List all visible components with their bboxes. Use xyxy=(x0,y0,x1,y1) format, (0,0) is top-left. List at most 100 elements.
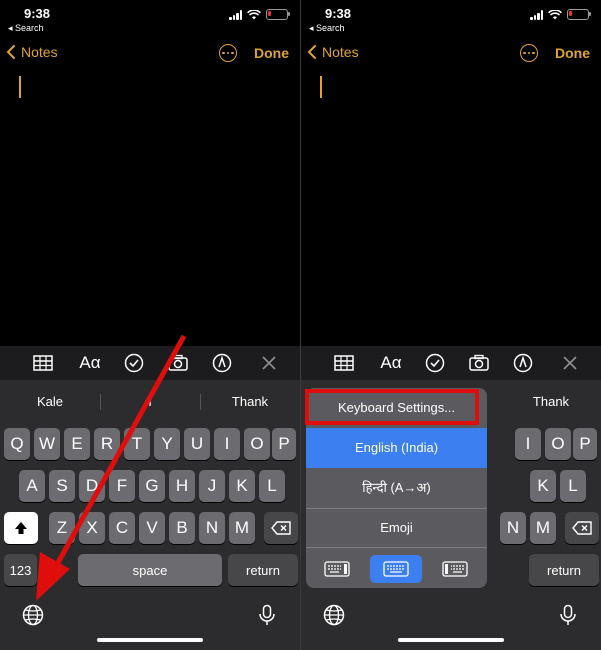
key-v[interactable]: V xyxy=(139,512,165,544)
key-p[interactable]: P xyxy=(573,428,597,460)
notes-back-button[interactable]: Notes xyxy=(307,44,359,60)
key-l[interactable]: L xyxy=(560,470,586,502)
key-e[interactable]: E xyxy=(64,428,90,460)
notes-back-label: Notes xyxy=(322,44,359,60)
language-english-india-item[interactable]: English (India) xyxy=(306,428,487,468)
table-icon[interactable] xyxy=(334,353,354,373)
done-button[interactable]: Done xyxy=(555,45,590,61)
key-o[interactable]: O xyxy=(545,428,571,460)
menu-divider xyxy=(306,547,487,548)
key-h[interactable]: H xyxy=(169,470,195,502)
home-indicator xyxy=(97,638,203,642)
numbers-key[interactable]: 123 xyxy=(4,554,37,586)
left-keyboard-icon[interactable] xyxy=(322,555,352,583)
wifi-icon xyxy=(247,9,261,19)
key-k[interactable]: K xyxy=(229,470,255,502)
prediction-item[interactable]: Kale xyxy=(0,388,100,416)
shift-arrow-icon xyxy=(15,522,27,534)
keyboard: Aα Kale I Thank Q W E R T Y U I O P A S … xyxy=(0,346,300,650)
key-s[interactable]: S xyxy=(49,470,75,502)
globe-icon[interactable] xyxy=(22,604,44,626)
battery-icon xyxy=(567,9,591,20)
annotation-highlight-box xyxy=(305,389,479,425)
delete-key[interactable] xyxy=(264,512,298,544)
microphone-icon[interactable] xyxy=(256,604,278,626)
key-q[interactable]: Q xyxy=(4,428,30,460)
chevron-left-icon xyxy=(307,45,316,59)
return-key[interactable]: return xyxy=(228,554,298,586)
prediction-item[interactable]: I xyxy=(100,388,200,416)
notes-back-label: Notes xyxy=(21,44,58,60)
cellular-signal-icon xyxy=(229,9,242,20)
formatting-toolbar: Aα xyxy=(301,346,601,380)
checklist-icon[interactable] xyxy=(124,353,144,373)
shift-key[interactable] xyxy=(4,512,38,544)
language-hindi-item[interactable]: हिन्दी (A→अ) xyxy=(306,468,487,508)
delete-key[interactable] xyxy=(565,512,599,544)
key-n[interactable]: N xyxy=(199,512,225,544)
key-l[interactable]: L xyxy=(259,470,285,502)
close-icon[interactable] xyxy=(560,353,580,373)
more-options-icon[interactable] xyxy=(520,44,538,62)
markup-pen-icon[interactable] xyxy=(513,353,533,373)
status-time: 9:38 xyxy=(325,6,352,21)
key-j[interactable]: J xyxy=(199,470,225,502)
checklist-icon[interactable] xyxy=(425,353,445,373)
chevron-left-icon xyxy=(6,45,15,59)
format-text-button[interactable]: Aα xyxy=(78,353,102,373)
key-o[interactable]: O xyxy=(244,428,270,460)
full-keyboard-icon[interactable] xyxy=(370,555,422,583)
key-m[interactable]: M xyxy=(530,512,556,544)
format-text-button[interactable]: Aα xyxy=(379,353,403,373)
key-i[interactable]: I xyxy=(214,428,240,460)
camera-icon[interactable] xyxy=(469,353,489,373)
predictive-bar: Kale I Thank xyxy=(0,388,300,416)
globe-icon[interactable] xyxy=(323,604,345,626)
close-icon[interactable] xyxy=(259,353,279,373)
phone-screen-left: 9:38 ◂ Search Notes Done Aα Kale I Thank… xyxy=(0,0,300,650)
key-u[interactable]: U xyxy=(184,428,210,460)
done-button[interactable]: Done xyxy=(254,45,289,61)
backspace-icon xyxy=(271,521,291,535)
status-icons xyxy=(530,9,591,20)
microphone-icon[interactable] xyxy=(557,604,579,626)
key-w[interactable]: W xyxy=(34,428,60,460)
text-cursor xyxy=(19,76,21,98)
camera-icon[interactable] xyxy=(168,353,188,373)
key-x[interactable]: X xyxy=(79,512,105,544)
more-options-icon[interactable] xyxy=(219,44,237,62)
status-icons xyxy=(229,9,290,20)
space-key[interactable]: space xyxy=(78,554,222,586)
battery-icon xyxy=(266,9,290,20)
text-cursor xyxy=(320,76,322,98)
key-n[interactable]: N xyxy=(500,512,526,544)
cellular-signal-icon xyxy=(530,9,543,20)
home-indicator xyxy=(398,638,504,642)
key-r[interactable]: R xyxy=(94,428,120,460)
prediction-item[interactable]: Thank xyxy=(200,388,300,416)
key-i[interactable]: I xyxy=(515,428,541,460)
key-k[interactable]: K xyxy=(530,470,556,502)
status-time: 9:38 xyxy=(24,6,51,21)
key-t[interactable]: T xyxy=(124,428,150,460)
key-d[interactable]: D xyxy=(79,470,105,502)
formatting-toolbar: Aα xyxy=(0,346,300,380)
key-y[interactable]: Y xyxy=(154,428,180,460)
key-a[interactable]: A xyxy=(19,470,45,502)
key-z[interactable]: Z xyxy=(49,512,75,544)
key-c[interactable]: C xyxy=(109,512,135,544)
table-icon[interactable] xyxy=(33,353,53,373)
key-m[interactable]: M xyxy=(229,512,255,544)
back-to-search-link[interactable]: ◂ Search xyxy=(8,23,44,34)
key-g[interactable]: G xyxy=(139,470,165,502)
key-f[interactable]: F xyxy=(109,470,135,502)
return-key[interactable]: return xyxy=(529,554,599,586)
key-b[interactable]: B xyxy=(169,512,195,544)
prediction-item[interactable]: Thank xyxy=(501,388,601,416)
notes-back-button[interactable]: Notes xyxy=(6,44,58,60)
language-emoji-item[interactable]: Emoji xyxy=(306,509,487,547)
key-p[interactable]: P xyxy=(272,428,296,460)
right-keyboard-icon[interactable] xyxy=(440,555,470,583)
back-to-search-link[interactable]: ◂ Search xyxy=(309,23,345,34)
markup-pen-icon[interactable] xyxy=(212,353,232,373)
